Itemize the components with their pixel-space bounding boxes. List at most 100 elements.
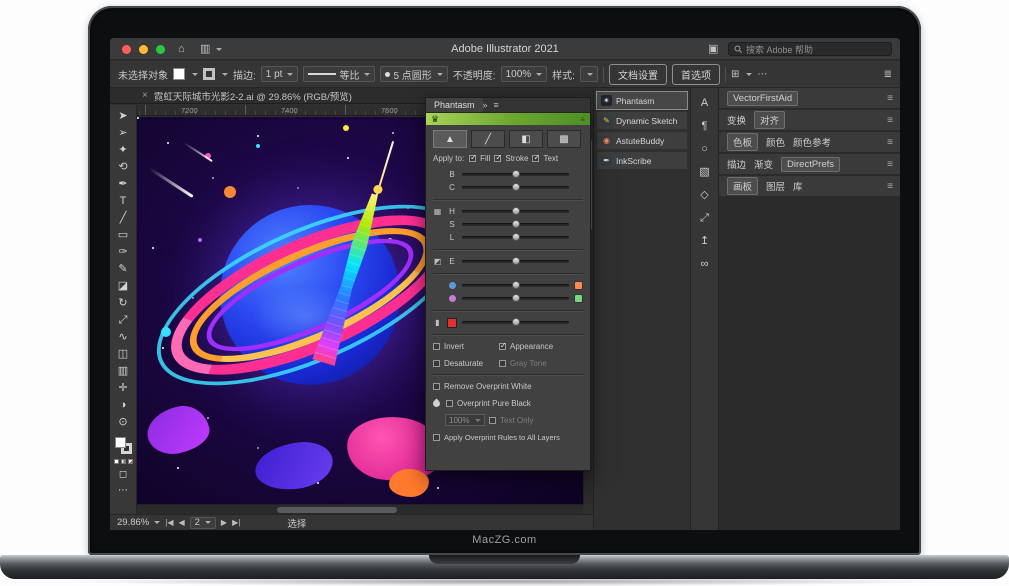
overprint-percent-select[interactable]: 100% [445, 414, 485, 426]
stroke-profile-select[interactable]: 等比 [303, 66, 375, 82]
panel-menu-icon[interactable]: ≡ [887, 159, 893, 170]
slider-thumb[interactable] [512, 281, 520, 289]
horizontal-scrollbar-thumb[interactable] [277, 507, 397, 513]
gradient-tool[interactable]: ▥ [118, 365, 128, 378]
checkbox-overprint-pure-black[interactable] [446, 400, 453, 407]
plugin-panel-dynamic-sketch[interactable]: ✎Dynamic Sketch [597, 112, 687, 129]
shape-builder-tool[interactable]: ◫ [118, 348, 128, 361]
zoom-level-select[interactable]: 29.86% [117, 517, 160, 528]
fill-indicator[interactable] [115, 437, 126, 448]
document-tab-title[interactable]: 霓虹天际城市光影2-2.ai @ 29.86% (RGB/预览) [154, 89, 352, 103]
transform-panel-icon[interactable]: ⤢ [700, 212, 709, 225]
paragraph-panel-icon[interactable]: ¶ [702, 120, 708, 133]
workspace-switcher-icon[interactable]: ▣ [708, 42, 718, 56]
duotone-mode-icon[interactable]: ◧ [509, 130, 543, 148]
panel-tab-图层[interactable]: 图层 [766, 179, 785, 193]
panel-tab-VectorFirstAid[interactable]: VectorFirstAid [727, 91, 798, 106]
stroke-width-select[interactable]: 1 pt [261, 66, 299, 82]
phantasm-tab[interactable]: Phantasm [426, 98, 483, 112]
rectangle-tool[interactable]: ▭ [118, 229, 128, 242]
slider-thumb[interactable] [512, 170, 520, 178]
eraser-tool[interactable]: ◪ [118, 280, 128, 293]
panel-tab-画板[interactable]: 画板 [727, 177, 758, 195]
checkbox-stroke[interactable] [494, 155, 501, 162]
panel-menu-icon[interactable]: ≡ [887, 137, 893, 148]
direct-selection-tool[interactable]: ➢ [118, 127, 127, 140]
checkbox-fill[interactable] [469, 155, 476, 162]
document-setup-button[interactable]: 文档设置 [609, 64, 667, 85]
pencil-tool[interactable]: ✎ [118, 263, 127, 276]
prev-artboard-button[interactable]: ◀ [178, 518, 184, 527]
style-select[interactable] [580, 66, 598, 82]
search-input[interactable]: 搜索 Adobe 帮助 [728, 42, 892, 56]
checkbox-text[interactable] [532, 155, 539, 162]
slider-track[interactable] [462, 223, 569, 226]
slider-track[interactable] [462, 284, 569, 287]
checkbox-appearance[interactable] [499, 343, 506, 350]
draw-mode-icon[interactable]: ◻ [119, 469, 127, 480]
slider-track[interactable] [462, 236, 569, 239]
transparency-panel-icon[interactable]: ◇ [700, 189, 708, 202]
slider-thumb[interactable] [512, 233, 520, 241]
panel-menu-icon[interactable]: ≡ [887, 115, 893, 126]
panel-tab-变换[interactable]: 变换 [727, 113, 746, 127]
panel-tab-DirectPrefs[interactable]: DirectPrefs [781, 157, 840, 172]
close-tab-icon[interactable]: × [142, 90, 148, 101]
align-options-icon[interactable]: ⊞ [731, 69, 739, 80]
eyedropper-tool[interactable]: ✛ [118, 382, 127, 395]
channel-grid-icon[interactable]: ▦ [433, 207, 442, 216]
scale-tool[interactable]: ⤢ [119, 314, 128, 327]
panel-tab-颜色[interactable]: 颜色 [766, 135, 785, 149]
slider-track[interactable] [462, 210, 569, 213]
zoom-tool[interactable]: ⊙ [118, 416, 127, 429]
panel-tab-描边[interactable]: 描边 [727, 157, 746, 171]
slider-thumb[interactable] [512, 183, 520, 191]
panel-tab-色板[interactable]: 色板 [727, 133, 758, 151]
brush-select[interactable]: 5 点圆形 [380, 66, 447, 82]
blend-tool[interactable]: ◑ [120, 399, 127, 412]
slider-thumb[interactable] [512, 318, 520, 326]
chevron-down-icon[interactable] [192, 73, 198, 76]
collapse-icon[interactable]: » [483, 100, 488, 110]
lasso-tool[interactable]: ⟲ [118, 161, 127, 174]
panel-menu-icon[interactable]: ≡ [887, 181, 893, 192]
slider-thumb[interactable] [512, 220, 520, 228]
slider-thumb[interactable] [512, 257, 520, 265]
more-options-icon[interactable]: ⋯ [757, 69, 767, 80]
panel-menu-icon[interactable]: ≡ [494, 100, 499, 110]
horizontal-scrollbar[interactable] [137, 504, 583, 514]
panel-menu-icon[interactable]: ≡ [887, 93, 893, 104]
panel-tab-对齐[interactable]: 对齐 [754, 111, 785, 129]
checkbox-invert[interactable] [433, 343, 440, 350]
slider-track[interactable] [462, 260, 569, 263]
line-segment-tool[interactable]: ╱ [120, 212, 127, 225]
pen-tool[interactable]: ✒ [118, 178, 127, 191]
preferences-button[interactable]: 首选项 [672, 64, 720, 85]
slider-track[interactable] [462, 297, 569, 300]
panel-tab-渐变[interactable]: 渐变 [754, 157, 773, 171]
gradient-panel-icon[interactable]: ▧ [699, 166, 709, 179]
last-artboard-button[interactable]: ▶| [232, 518, 240, 527]
levels-mode-icon[interactable]: ▲ [433, 130, 467, 148]
chevron-down-icon[interactable] [746, 73, 752, 76]
checkbox-desaturate[interactable] [433, 360, 440, 367]
fill-stroke-indicator[interactable] [115, 437, 132, 454]
width-tool[interactable]: ∿ [118, 331, 127, 344]
character-panel-icon[interactable]: A [701, 97, 708, 110]
type-tool[interactable]: T [120, 195, 127, 208]
next-artboard-button[interactable]: ▶ [221, 518, 227, 527]
slider-track[interactable] [462, 186, 569, 189]
phantasm-panel-header[interactable]: Phantasm » ≡ [426, 98, 590, 113]
color-button[interactable] [114, 459, 119, 464]
rotate-tool[interactable]: ↻ [118, 297, 127, 310]
chevron-down-icon[interactable] [222, 73, 228, 76]
links-panel-icon[interactable]: ∞ [701, 258, 709, 271]
none-button[interactable] [128, 459, 133, 464]
control-menu-icon[interactable]: ≣ [884, 69, 892, 80]
halftone-mode-icon[interactable]: ▩ [547, 130, 581, 148]
slider-thumb[interactable] [512, 294, 520, 302]
curves-mode-icon[interactable]: ╱ [471, 130, 505, 148]
checkbox-gray-tone[interactable] [499, 360, 506, 367]
banner-menu-icon[interactable]: ≡ [580, 115, 585, 124]
checkbox-apply-overprint-rules-to-all-layers[interactable] [433, 434, 440, 441]
